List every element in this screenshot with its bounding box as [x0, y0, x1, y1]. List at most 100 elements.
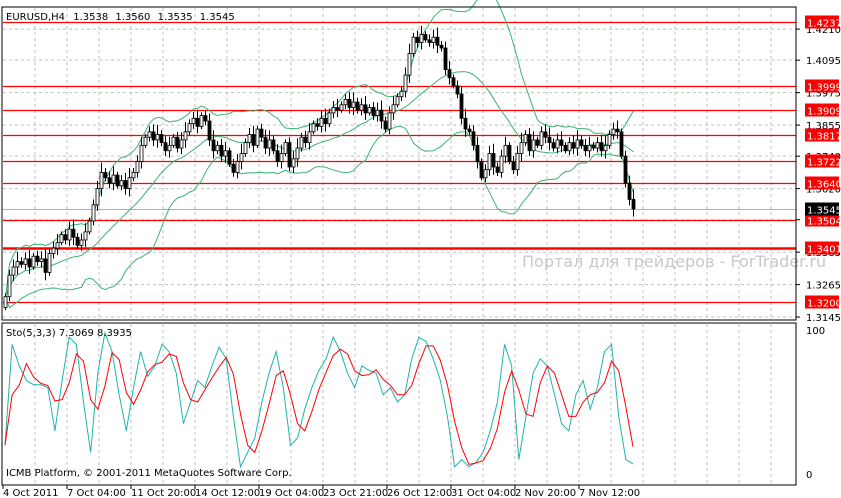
candle-bear — [211, 139, 216, 152]
candle-bull — [523, 134, 528, 144]
candle-bull — [155, 134, 160, 141]
x-tick-label: 19 Oct 04:00 — [259, 488, 324, 498]
candle-bear — [459, 93, 464, 119]
candle-bull — [67, 228, 72, 241]
candle-bear — [115, 174, 120, 187]
y-tick-label: 1.3145 — [806, 313, 841, 324]
candle-bull — [387, 112, 392, 130]
candle-bear — [615, 128, 620, 133]
candle-bull — [311, 123, 316, 133]
level-price-label: 1.3909 — [807, 107, 841, 118]
candle-bull — [295, 147, 300, 160]
y-tick-label: 1.3265 — [806, 281, 841, 292]
candle-bull — [587, 144, 592, 152]
candle-bull — [367, 107, 372, 114]
candle-bull — [359, 104, 364, 111]
x-tick-label: 7 Oct 04:00 — [67, 488, 126, 498]
candle-bull — [331, 107, 336, 114]
candle-bear — [435, 36, 440, 46]
candle-bear — [151, 131, 156, 141]
candle-bear — [379, 109, 384, 122]
candle-bull — [3, 296, 8, 308]
candle-bear — [159, 134, 164, 144]
candle-bull — [607, 134, 612, 146]
candle-bear — [195, 117, 200, 127]
candle-bear — [547, 136, 552, 144]
stochastic-tick-label: 100 — [806, 326, 825, 337]
candle-bull — [343, 98, 348, 106]
candle-bear — [71, 228, 76, 238]
candle-bear — [227, 150, 232, 165]
candle-bull — [503, 144, 508, 157]
level-price-label: 1.3200 — [807, 299, 841, 310]
candle-bear — [527, 134, 532, 152]
candle-bull — [403, 74, 408, 92]
candle-bull — [31, 255, 36, 268]
candle-bull — [375, 109, 380, 117]
candle-bear — [371, 107, 376, 117]
candle-bull — [327, 112, 332, 125]
candle-bear — [439, 44, 444, 49]
candle-bull — [487, 153, 492, 171]
open-price: 1.3538 — [73, 12, 108, 23]
level-price-label: 1.4237 — [807, 19, 841, 30]
candle-bull — [143, 136, 148, 146]
candle-bull — [255, 128, 260, 146]
candle-bear — [475, 144, 480, 162]
candle-bull — [319, 117, 324, 127]
level-price-label: 1.3640 — [807, 180, 841, 191]
candle-bull — [239, 153, 244, 162]
candle-bear — [27, 258, 32, 268]
candle-bear — [495, 166, 500, 173]
candle-bull — [555, 139, 560, 149]
close-price: 1.3545 — [200, 12, 235, 23]
candle-bear — [623, 155, 628, 184]
candle-bull — [279, 153, 284, 162]
candle-bear — [463, 117, 468, 130]
candle-bear — [543, 131, 548, 138]
candle-bear — [427, 39, 432, 44]
watermark: Портал для трейдеров - ForTrader.ru — [522, 252, 826, 271]
candle-bull — [183, 131, 188, 141]
level-price-label: 1.3722 — [807, 158, 841, 169]
candle-bear — [447, 69, 452, 79]
candle-bull — [199, 115, 204, 127]
candle-bear — [619, 131, 624, 157]
candle-bear — [323, 117, 328, 125]
candle-bull — [395, 96, 400, 106]
candle-bear — [631, 199, 636, 210]
candle-bull — [419, 34, 424, 44]
x-tick-label: 31 Oct 04:00 — [451, 488, 516, 498]
main-panel-frame — [1, 6, 797, 321]
candle-bear — [571, 142, 576, 149]
candle-bear — [507, 144, 512, 162]
candle-bull — [235, 161, 240, 173]
candle-bull — [99, 171, 104, 190]
candle-bull — [87, 220, 92, 233]
candle-bear — [251, 134, 256, 146]
candle-bull — [59, 234, 64, 244]
candle-bull — [83, 231, 88, 241]
candle-bull — [407, 53, 412, 76]
candle-bull — [187, 123, 192, 133]
symbol-timeframe: EURUSD,H4 — [6, 12, 65, 23]
x-tick-label: 4 Oct 2011 — [3, 488, 58, 498]
candle-bear — [263, 136, 268, 149]
candle-bear — [551, 142, 556, 149]
candle-bull — [91, 204, 96, 222]
candle-bull — [167, 144, 172, 152]
candle-bear — [259, 128, 264, 138]
candle-bull — [339, 104, 344, 111]
candle-bear — [103, 171, 108, 179]
candle-bull — [119, 180, 124, 187]
y-tick-label: 1.4095 — [806, 56, 841, 67]
candle-bull — [243, 142, 248, 154]
candle-bear — [363, 104, 368, 114]
candle-bear — [287, 142, 292, 168]
candle-bear — [207, 120, 212, 141]
candle-bull — [431, 36, 436, 44]
candle-bull — [7, 274, 12, 298]
candle-bear — [583, 144, 588, 152]
candle-bull — [595, 142, 600, 149]
candle-bear — [35, 255, 40, 263]
